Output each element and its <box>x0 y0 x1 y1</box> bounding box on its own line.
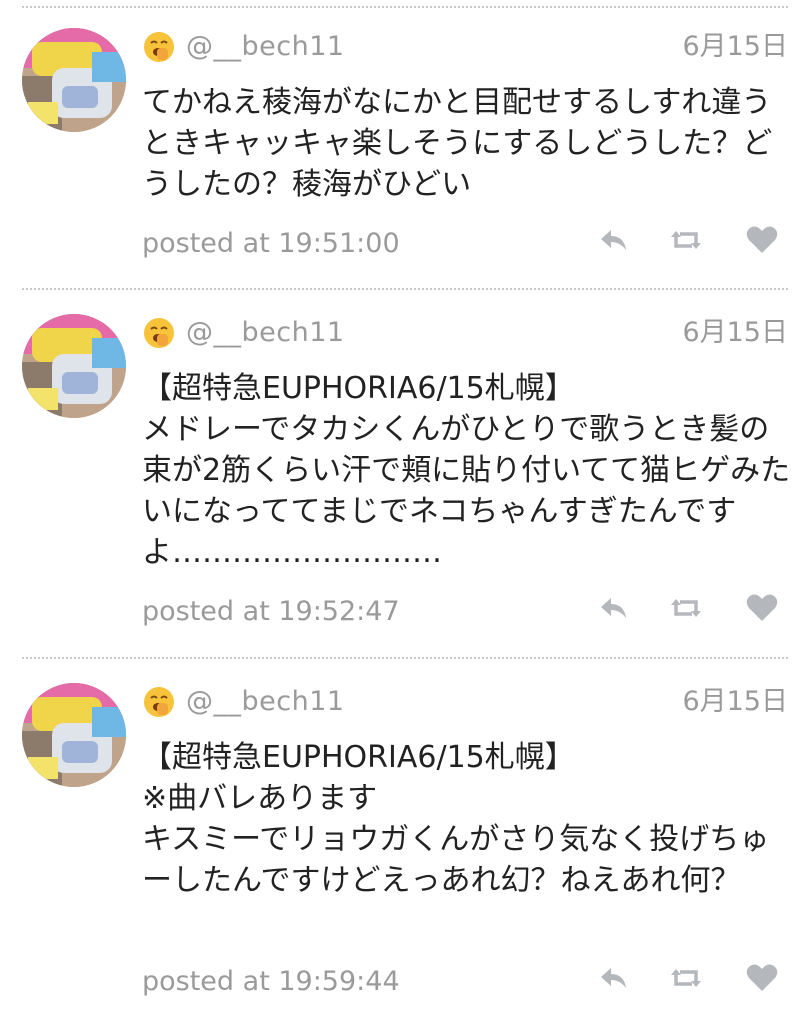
tweet-header: @__bech11 6月15日 <box>142 314 788 354</box>
tweet-date[interactable]: 6月15日 <box>682 314 788 352</box>
tweet-date[interactable]: 6月15日 <box>682 28 788 66</box>
yawning-face-icon <box>144 32 174 62</box>
user-handle[interactable]: @__bech11 <box>186 314 345 352</box>
reply-icon[interactable] <box>596 590 632 626</box>
tweet-actions <box>590 222 790 262</box>
reply-icon[interactable] <box>596 960 632 996</box>
retweet-icon[interactable] <box>668 222 704 258</box>
avatar[interactable] <box>22 28 126 132</box>
retweet-icon[interactable] <box>668 960 704 996</box>
tweet-header: @__bech11 6月15日 <box>142 28 788 68</box>
tweet-date[interactable]: 6月15日 <box>682 683 788 721</box>
heart-icon[interactable] <box>744 960 780 996</box>
user-handle[interactable]: @__bech11 <box>186 683 345 721</box>
heart-icon[interactable] <box>744 222 780 258</box>
yawning-face-icon <box>144 318 174 348</box>
tweet-actions <box>590 590 790 630</box>
tweet-text: てかねえ稜海がなにかと目配せするしすれ違うときキャッキャ楽しそうにするしどうした… <box>142 85 773 202</box>
divider <box>22 288 788 290</box>
tweet-actions <box>590 960 790 1000</box>
retweet-icon[interactable] <box>668 590 704 626</box>
user-handle[interactable]: @__bech11 <box>186 28 345 66</box>
avatar[interactable] <box>22 314 126 418</box>
yawning-face-icon <box>144 687 174 717</box>
divider <box>22 657 788 659</box>
posted-time: posted at 19:51:00 <box>142 228 400 259</box>
posted-time: posted at 19:52:47 <box>142 596 400 627</box>
tweet-text: 【超特急EUPHORIA6/15札幌】 ※曲バレあります キスミーでリョウガくん… <box>142 740 770 898</box>
tweet-text: 【超特急EUPHORIA6/15札幌】 メドレーでタカシくんがひとりで歌うとき髪… <box>142 371 791 570</box>
posted-time: posted at 19:59:44 <box>142 966 400 997</box>
reply-icon[interactable] <box>596 222 632 258</box>
heart-icon[interactable] <box>744 590 780 626</box>
divider <box>22 6 788 8</box>
avatar[interactable] <box>22 683 126 787</box>
tweet-header: @__bech11 6月15日 <box>142 683 788 723</box>
